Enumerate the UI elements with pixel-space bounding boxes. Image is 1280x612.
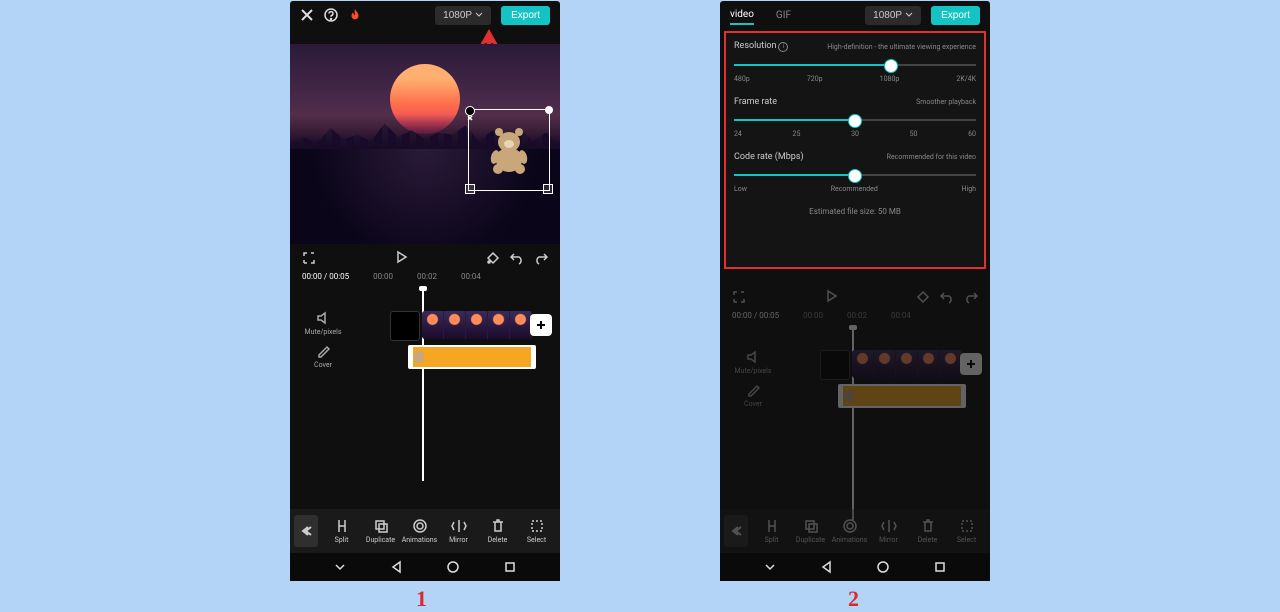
trim-handle-left[interactable]: [408, 347, 413, 367]
player-controls: [720, 283, 990, 311]
nav-down-icon[interactable]: [763, 560, 777, 574]
select-icon: [529, 518, 545, 534]
export-settings-panel: Resolutioni High-definition - the ultima…: [724, 31, 986, 269]
bottom-toolbar: Split Duplicate Animations Mirror Delete…: [720, 509, 990, 553]
duplicate-icon: [373, 518, 389, 534]
info-icon[interactable]: i: [778, 42, 788, 52]
close-icon[interactable]: [300, 8, 314, 22]
screenshot-2: video GIF 1080P Export Resolutioni High-…: [720, 1, 990, 581]
handle-delete-icon[interactable]: [465, 106, 475, 116]
chevron-down-icon: [905, 11, 913, 19]
undo-icon: [940, 290, 954, 304]
bottom-toolbar: Split Duplicate Animations Mirror Delete…: [290, 509, 560, 553]
play-icon: [824, 289, 838, 303]
setting-framerate: Frame rate Smoother playback 24 25 30 50…: [734, 97, 976, 138]
nav-recent-icon[interactable]: [933, 560, 947, 574]
nav-down-icon[interactable]: [333, 560, 347, 574]
toolbar-back-button[interactable]: [294, 515, 318, 547]
slider-framerate[interactable]: [734, 113, 976, 127]
android-navbar: [290, 553, 560, 581]
clip-sticker[interactable]: [408, 345, 536, 369]
animations-icon: [412, 518, 428, 534]
top-bar: 1080P Export: [290, 1, 560, 29]
chevron-down-icon: [475, 11, 483, 19]
time-ruler: 00:00 / 00:05 00:0000:0200:04: [720, 311, 990, 320]
fullscreen-icon[interactable]: [302, 251, 316, 265]
estimate-text: Estimated file size: 50 MB: [734, 207, 976, 216]
preview-canvas[interactable]: [290, 44, 560, 244]
time-ruler: 00:00 / 00:05 00:00 00:02 00:04: [290, 272, 560, 281]
tool-delete[interactable]: Delete: [478, 518, 517, 544]
nav-home-icon[interactable]: [446, 560, 460, 574]
clip-video[interactable]: [422, 311, 532, 339]
play-icon[interactable]: [394, 250, 408, 264]
tool-duplicate[interactable]: Duplicate: [361, 518, 400, 544]
resolution-label: 1080P: [443, 10, 472, 21]
resolution-button[interactable]: 1080P: [435, 6, 491, 25]
slider-coderate[interactable]: [734, 168, 976, 182]
delete-icon: [490, 518, 506, 534]
sticker-teddy[interactable]: [489, 126, 529, 174]
timeline: Mute/pixels Cover: [720, 320, 990, 520]
setting-coderate: Code rate (Mbps) Recommended for this vi…: [734, 152, 976, 193]
help-icon[interactable]: [324, 8, 338, 22]
keyframe-icon[interactable]: [486, 251, 500, 265]
slider-resolution[interactable]: [734, 58, 976, 72]
tool-split[interactable]: Split: [322, 518, 361, 544]
mirror-icon: [451, 518, 467, 534]
mute-button[interactable]: Mute/pixels: [298, 311, 348, 336]
nav-back-icon[interactable]: [390, 560, 404, 574]
handle-rotate-icon[interactable]: [545, 106, 553, 114]
tool-animations[interactable]: Animations: [400, 518, 439, 544]
speaker-icon: [316, 311, 330, 325]
nav-back-icon[interactable]: [820, 560, 834, 574]
trim-handle-right[interactable]: [531, 347, 536, 367]
redo-icon[interactable]: [534, 251, 548, 265]
timeline[interactable]: Mute/pixels Cover: [290, 281, 560, 481]
export-button[interactable]: Export: [931, 6, 980, 25]
edit-icon: [316, 344, 330, 358]
fullscreen-icon: [732, 290, 746, 304]
nav-recent-icon[interactable]: [503, 560, 517, 574]
tool-mirror[interactable]: Mirror: [439, 518, 478, 544]
tab-video[interactable]: video: [730, 6, 754, 25]
nav-home-icon[interactable]: [876, 560, 890, 574]
flame-icon[interactable]: [348, 8, 362, 22]
setting-resolution: Resolutioni High-definition - the ultima…: [734, 41, 976, 83]
keyframe-icon: [916, 290, 930, 304]
cover-button[interactable]: Cover: [298, 344, 348, 369]
tab-gif[interactable]: GIF: [776, 7, 791, 24]
handle-resize[interactable]: [543, 184, 553, 194]
resolution-button[interactable]: 1080P: [865, 6, 921, 25]
tool-select[interactable]: Select: [517, 518, 556, 544]
step-label-1: 1: [416, 586, 427, 612]
handle-bl[interactable]: [465, 184, 475, 194]
top-bar: video GIF 1080P Export: [720, 1, 990, 29]
split-icon: [334, 518, 350, 534]
screenshot-1: 1080P Export: [290, 1, 560, 581]
android-navbar: [720, 553, 990, 581]
add-clip-button[interactable]: [530, 314, 552, 336]
step-label-2: 2: [848, 586, 859, 612]
overlay-selection[interactable]: [468, 109, 550, 191]
redo-icon: [964, 290, 978, 304]
undo-icon[interactable]: [510, 251, 524, 265]
player-controls: [290, 244, 560, 272]
clip-blank[interactable]: [390, 311, 420, 341]
export-button[interactable]: Export: [501, 6, 550, 25]
